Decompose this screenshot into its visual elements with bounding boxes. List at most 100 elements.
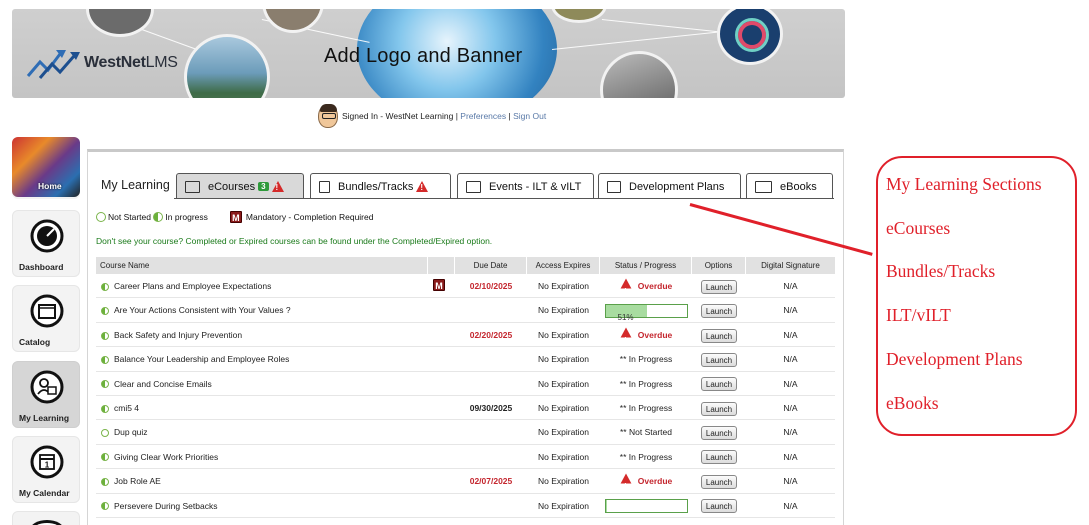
course-name[interactable]: Clear and Concise Emails [96,372,428,396]
course-name[interactable]: Persevere During Setbacks [96,494,428,518]
launch-button[interactable]: Launch [700,279,738,294]
mandatory-cell [428,469,454,493]
tab-label: Development Plans [629,180,725,193]
course-name[interactable]: Balance Your Leadership and Employee Rol… [96,347,428,371]
nav-item-label: Dashboard [19,262,64,272]
nav-item-more[interactable] [12,511,80,525]
warning-icon [620,327,632,351]
course-name[interactable]: Dup quiz [96,420,428,444]
status-text: Overdue [637,329,673,340]
tab-ecourses[interactable]: eCourses 3 [176,173,304,199]
legend-mandatory: Mandatory - Completion Required [245,212,374,222]
warning-icon [620,473,632,497]
signin-text: Signed In - WestNet Learning | [342,111,458,121]
course-name[interactable]: Job Role AE [96,469,428,493]
course-name-text[interactable]: Are Your Actions Consistent with Your Va… [114,305,291,315]
nav-item-label: Catalog [19,337,51,347]
nav-item-home[interactable]: Home [12,137,80,199]
page: WestNetLMS Add Logo and Banner Signed In… [0,0,1089,525]
course-name-text[interactable]: Career Plans and Employee Expectations [114,281,271,291]
svg-text:1: 1 [45,461,50,470]
table-row: Job Role AE 02/07/2025 No Expiration Overdu… [96,469,835,497]
progress-bar [604,499,688,514]
launch-button[interactable]: Launch [700,377,738,392]
tab-label: eCourses [208,180,256,193]
options-cell: Launch [692,494,746,518]
status-cell: Overdue [600,323,692,351]
course-name-text[interactable]: Persevere During Setbacks [114,501,217,511]
launch-button[interactable]: Launch [700,304,738,319]
tab-label: Bundles/Tracks [338,180,414,193]
signout-link[interactable]: Sign Out [513,111,546,121]
course-name-text[interactable]: Job Role AE [114,476,161,486]
preferences-link[interactable]: Preferences [460,111,506,121]
launch-button[interactable]: Launch [700,352,738,367]
col-due-date[interactable]: Due Date [455,257,527,274]
nav-item-dashboard[interactable]: Dashboard [12,210,80,277]
annotation-item: eCourses [886,218,951,238]
status-overdue: Overdue [620,473,672,497]
tab-bundles-tracks[interactable]: Bundles/Tracks [310,173,451,199]
course-name[interactable]: Career Plans and Employee Expectations [96,274,428,298]
launch-button[interactable]: Launch [700,328,738,343]
nav-item-label: My Learning [19,413,70,423]
digital-signature: N/A [783,378,798,389]
due-date: 02/10/2025 [469,281,513,291]
options-cell: Launch [692,445,746,469]
course-name-text[interactable]: Balance Your Leadership and Employee Rol… [114,354,289,364]
signin-separator: | [508,111,511,121]
digital-signature: N/A [783,500,798,511]
access-expires: No Expiration [537,476,590,487]
course-table: Course Name Due Date Access Expires Stat… [96,257,835,518]
course-name-text[interactable]: Dup quiz [114,427,148,437]
launch-button[interactable]: Launch [700,450,738,465]
nav-item-my-learning[interactable]: My Learning [12,361,80,428]
status-text: ** In Progress [619,378,673,389]
table-header: Course Name Due Date Access Expires Stat… [96,257,835,274]
col-mandatory [428,257,455,274]
course-name-text[interactable]: Clear and Concise Emails [114,379,212,389]
course-name[interactable]: Giving Clear Work Priorities [96,445,428,469]
mandatory-cell [428,420,454,444]
table-row: Dup quiz No Expiration ** Not Started Launc… [96,420,835,445]
status-cell: ** In Progress [600,372,692,396]
in-progress-icon [101,453,109,462]
tab-count-badge: 3 [258,182,269,191]
course-name[interactable]: cmi5 4 [96,396,428,420]
course-name[interactable]: Are Your Actions Consistent with Your Va… [96,298,428,322]
gauge-icon [30,520,64,525]
nav-item-my-calendar[interactable]: 1 My Calendar [12,436,80,503]
course-name-text[interactable]: Giving Clear Work Priorities [114,452,218,462]
options-cell: Launch [692,347,746,371]
tab-development-plans[interactable]: Development Plans [598,173,741,199]
nav-item-catalog[interactable]: Catalog [12,285,80,352]
warning-icon [620,278,632,302]
course-name-text[interactable]: Back Safety and Injury Prevention [114,330,242,340]
due-date: 09/30/2025 [469,402,513,413]
course-name[interactable]: Back Safety and Injury Prevention [96,323,428,347]
section-title: My Learning [101,178,170,192]
launch-button[interactable]: Launch [700,474,738,489]
col-access-expires[interactable]: Access Expires [527,257,600,274]
launch-button[interactable]: Launch [700,426,738,441]
in-progress-icon [101,502,109,511]
table-row: Career Plans and Employee Expectations M 0… [96,274,835,302]
due-date [455,494,527,518]
col-status-progress[interactable]: Status / Progress [600,257,692,274]
course-name-text[interactable]: cmi5 4 [114,403,139,413]
photo-bubble [86,9,154,37]
annotation-item: ILT/vILT [886,305,951,325]
tab-ebooks[interactable]: eBooks [746,173,833,199]
digital-signature: N/A [783,354,798,365]
status-cell: 51% [600,298,692,322]
due-date [455,372,527,396]
user-avatar[interactable] [318,104,338,128]
launch-button[interactable]: Launch [700,499,738,514]
access-expires: No Expiration [537,500,590,511]
completed-notice: Don't see your course? Completed or Expi… [96,236,493,246]
site-logo[interactable]: WestNetLMS [26,46,178,80]
col-course-name[interactable]: Course Name [96,257,428,274]
launch-button[interactable]: Launch [700,401,738,416]
tab-events-ilt-vilt[interactable]: Events - ILT & vILT [457,173,594,199]
digital-signature: N/A [783,329,798,340]
